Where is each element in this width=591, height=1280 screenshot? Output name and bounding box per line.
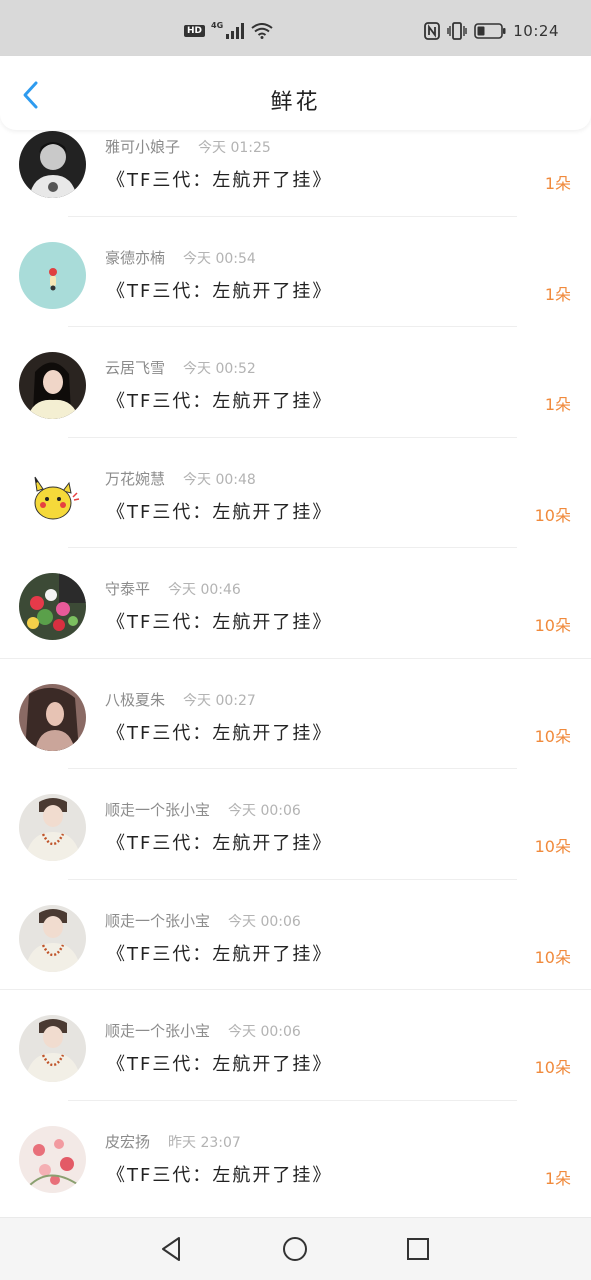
avatar[interactable] xyxy=(19,352,86,419)
vibrate-icon xyxy=(447,22,467,40)
avatar[interactable] xyxy=(19,462,86,530)
network-type-label: 4G xyxy=(211,20,224,30)
sender-line: 雅可小娘子 今天 01:25 xyxy=(105,136,271,157)
send-time: 今天 00:46 xyxy=(168,582,241,598)
list-item[interactable]: 万花婉慧 今天 00:48 《TF三代：左航开了挂》 10朵 xyxy=(0,438,591,548)
nav-back-button[interactable] xyxy=(157,1234,187,1264)
sender-name: 顺走一个张小宝 xyxy=(105,1022,211,1040)
send-time: 昨天 23:07 xyxy=(168,1134,241,1151)
send-time: 今天 00:27 xyxy=(183,692,256,709)
status-system-group: 10:24 xyxy=(424,20,559,42)
flower-count: 1朵 xyxy=(544,395,571,414)
status-clock: 10:24 xyxy=(513,22,559,40)
nav-home-button[interactable] xyxy=(280,1234,310,1264)
sender-line: 顺走一个张小宝 今天 00:06 xyxy=(105,1020,301,1041)
sender-line: 顺走一个张小宝 今天 00:06 xyxy=(105,799,301,820)
sender-line: 万花婉慧 今天 00:48 xyxy=(105,468,256,489)
sender-name: 顺走一个张小宝 xyxy=(105,911,211,930)
list-item[interactable]: 顺走一个张小宝 今天 00:06 《TF三代：左航开了挂》 10朵 xyxy=(0,880,591,990)
sender-name: 顺走一个张小宝 xyxy=(105,801,211,819)
sender-name: 守泰平 xyxy=(105,580,151,598)
flower-gift-list: 雅可小娘子 今天 01:25 《TF三代：左航开了挂》 1朵 豪德亦楠 今天 00:… xyxy=(0,106,591,1211)
sender-name: 豪德亦楠 xyxy=(105,248,166,267)
list-item[interactable]: 顺走一个张小宝 今天 00:06 《TF三代：左航开了挂》 10朵 xyxy=(0,769,591,880)
sender-line: 皮宏扬 昨天 23:07 xyxy=(105,1131,241,1152)
flower-count: 10朵 xyxy=(534,947,571,967)
sender-line: 守泰平 今天 00:46 xyxy=(105,578,241,599)
sender-name: 云居飞雪 xyxy=(105,359,166,377)
flower-count: 1朵 xyxy=(544,1168,571,1188)
recents-square-icon xyxy=(407,1238,429,1260)
book-title: 《TF三代：左航开了挂》 xyxy=(107,943,333,965)
hd-icon: HD xyxy=(184,25,206,37)
sender-line: 顺走一个张小宝 今天 00:06 xyxy=(105,910,301,931)
home-circle-icon xyxy=(283,1237,307,1261)
flower-count: 10朵 xyxy=(534,616,571,635)
send-time: 今天 01:25 xyxy=(198,140,271,156)
wifi-icon xyxy=(251,23,273,39)
flower-count: 1朵 xyxy=(544,284,571,304)
flower-count: 1朵 xyxy=(544,174,571,193)
app-header: 鲜花 xyxy=(0,56,591,130)
list-item[interactable]: 豪德亦楠 今天 00:54 《TF三代：左航开了挂》 1朵 xyxy=(0,217,591,327)
back-triangle-icon xyxy=(162,1237,180,1261)
system-nav-bar xyxy=(0,1217,591,1280)
send-time: 今天 00:06 xyxy=(228,1024,301,1040)
list-item[interactable]: 云居飞雪 今天 00:52 《TF三代：左航开了挂》 1朵 xyxy=(0,327,591,438)
flower-count: 10朵 xyxy=(534,726,571,746)
send-time: 今天 00:48 xyxy=(183,471,256,488)
signal-icon xyxy=(226,23,245,39)
book-title: 《TF三代：左航开了挂》 xyxy=(107,280,333,302)
status-bar: HD 4G 10:24 xyxy=(0,0,591,56)
avatar[interactable] xyxy=(19,241,86,309)
book-title: 《TF三代：左航开了挂》 xyxy=(107,612,333,633)
flower-count: 10朵 xyxy=(534,837,571,856)
book-title: 《TF三代：左航开了挂》 xyxy=(107,722,333,744)
list-item[interactable]: 守泰平 今天 00:46 《TF三代：左航开了挂》 10朵 xyxy=(0,548,591,659)
book-title: 《TF三代：左航开了挂》 xyxy=(107,1054,333,1075)
list-item[interactable]: 八极夏朱 今天 00:27 《TF三代：左航开了挂》 10朵 xyxy=(0,659,591,769)
nav-recents-button[interactable] xyxy=(403,1234,433,1264)
sender-name: 皮宏扬 xyxy=(105,1132,151,1151)
nfc-icon xyxy=(424,22,441,40)
avatar[interactable] xyxy=(19,573,86,640)
avatar[interactable] xyxy=(19,683,86,751)
page-title: 鲜花 xyxy=(270,90,321,115)
send-time: 今天 00:52 xyxy=(183,361,256,377)
sender-line: 八极夏朱 今天 00:27 xyxy=(105,689,256,710)
book-title: 《TF三代：左航开了挂》 xyxy=(107,501,333,523)
book-title: 《TF三代：左航开了挂》 xyxy=(107,833,333,854)
list-item[interactable]: 顺走一个张小宝 今天 00:06 《TF三代：左航开了挂》 10朵 xyxy=(0,990,591,1101)
flower-count: 10朵 xyxy=(534,1058,571,1077)
avatar[interactable] xyxy=(19,1125,86,1193)
sender-name: 万花婉慧 xyxy=(105,469,166,488)
avatar[interactable] xyxy=(19,904,86,972)
send-time: 今天 00:06 xyxy=(228,803,301,819)
book-title: 《TF三代：左航开了挂》 xyxy=(107,1164,333,1186)
sender-name: 八极夏朱 xyxy=(105,690,166,709)
status-network-group: HD 4G xyxy=(184,20,273,42)
avatar[interactable] xyxy=(19,131,86,198)
book-title: 《TF三代：左航开了挂》 xyxy=(107,170,333,191)
avatar[interactable] xyxy=(19,1015,86,1082)
send-time: 今天 00:06 xyxy=(228,913,301,930)
battery-icon xyxy=(474,23,506,39)
sender-line: 云居飞雪 今天 00:52 xyxy=(105,357,256,378)
send-time: 今天 00:54 xyxy=(183,250,256,267)
list-item[interactable]: 皮宏扬 昨天 23:07 《TF三代：左航开了挂》 1朵 xyxy=(0,1101,591,1212)
sender-name: 雅可小娘子 xyxy=(105,138,181,156)
sender-line: 豪德亦楠 今天 00:54 xyxy=(105,247,256,268)
avatar[interactable] xyxy=(19,794,86,861)
book-title: 《TF三代：左航开了挂》 xyxy=(107,391,333,412)
flower-count: 10朵 xyxy=(534,505,571,525)
